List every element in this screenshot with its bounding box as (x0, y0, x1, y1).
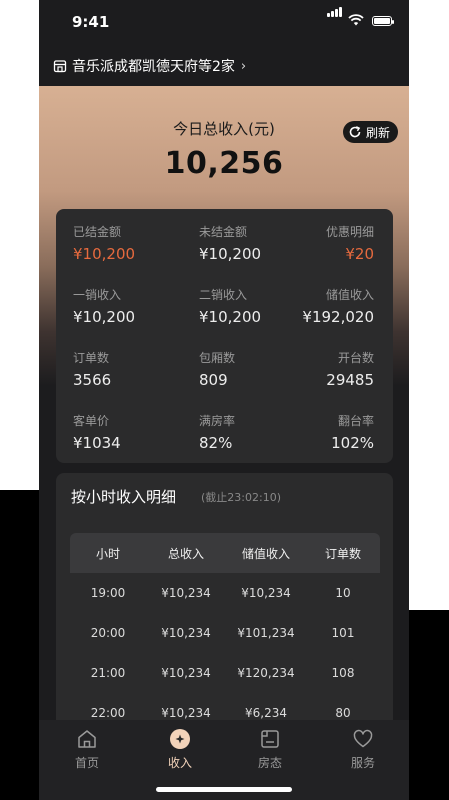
stat-settled: 已结金额 ¥10,200 (73, 223, 183, 263)
stat-value: ¥10,200 (73, 245, 136, 263)
total-income-value: 10,256 (164, 146, 284, 181)
cell-total: ¥10,234 (161, 706, 211, 720)
column-header-total: 总收入 (167, 546, 204, 561)
screenshot-edge-right (409, 610, 449, 800)
cell-total: ¥10,234 (161, 626, 211, 640)
home-indicator (156, 787, 292, 792)
tab-label: 首页 (74, 756, 99, 770)
table-row: 20:00 ¥10,234 ¥101,234 101 (70, 613, 380, 653)
tab-income[interactable]: 收入 (150, 728, 210, 771)
stat-orders: 订单数 3566 (73, 349, 183, 389)
stat-turnover-rate: 翻台率 102% (264, 412, 374, 452)
stat-value: ¥20 (345, 245, 374, 263)
cell-total: ¥10,234 (161, 666, 211, 680)
room-icon (261, 730, 279, 748)
phone-screen: 9:41 音乐派成都凯德天府等2家 › 今日总收入(元) 10,256 刷新 已… (39, 0, 409, 800)
tab-label: 收入 (167, 756, 192, 770)
cell-stored: ¥6,234 (245, 706, 287, 720)
refresh-button[interactable]: 刷新 (343, 121, 399, 143)
heart-icon (353, 729, 373, 748)
stat-title: 订单数 (73, 351, 110, 365)
stat-value: 102% (331, 434, 374, 452)
cell-hour: 20:00 (90, 626, 126, 640)
income-icon (170, 729, 190, 749)
cell-orders: 108 (331, 666, 355, 680)
tab-label: 服务 (350, 756, 375, 770)
cell-stored: ¥101,234 (237, 626, 295, 640)
column-header-hour: 小时 (95, 546, 120, 561)
stat-value: ¥1034 (73, 434, 121, 452)
cell-stored: ¥10,234 (241, 586, 291, 600)
stat-value: ¥192,020 (302, 308, 374, 326)
column-header-orders: 订单数 (324, 546, 361, 561)
stat-title: 储值收入 (325, 288, 374, 302)
table-header: 小时 总收入 储值收入 订单数 (70, 533, 380, 573)
stat-discount[interactable]: 优惠明细 ¥20 (264, 223, 374, 263)
cell-total: ¥10,234 (161, 586, 211, 600)
home-icon (78, 730, 96, 748)
stats-card: 已结金额 ¥10,200 未结金额 ¥10,200 优惠明细 ¥20 一销收入 … (56, 209, 393, 463)
table-row: 21:00 ¥10,234 ¥120,234 108 (70, 653, 380, 693)
stat-title: 开台数 (337, 351, 374, 365)
column-header-stored: 储值收入 (241, 546, 290, 561)
tab-label: 房态 (257, 756, 282, 770)
stat-title: 翻台率 (337, 414, 374, 428)
cell-orders: 10 (335, 586, 351, 600)
refresh-icon (349, 126, 361, 138)
cell-hour: 21:00 (90, 666, 126, 680)
hourly-subtitle: (截止23:02:10) (201, 491, 281, 504)
stat-avg-per-customer: 客单价 ¥1034 (73, 412, 183, 452)
table-row: 19:00 ¥10,234 ¥10,234 10 (70, 573, 380, 613)
stat-tables-opened: 开台数 29485 (264, 349, 374, 389)
refresh-label: 刷新 (366, 125, 391, 140)
stat-value: 3566 (73, 371, 112, 389)
stat-value: ¥10,200 (73, 308, 136, 326)
stat-title: 已结金额 (73, 225, 122, 239)
tab-home[interactable]: 首页 (57, 728, 117, 771)
stat-stored-value: 储值收入 ¥192,020 (264, 286, 374, 326)
cell-hour: 22:00 (90, 706, 126, 720)
stat-first-sale: 一销收入 ¥10,200 (73, 286, 183, 326)
hourly-table: 小时 总收入 储值收入 订单数 19:00 ¥10,234 ¥10,234 10… (70, 533, 380, 733)
cell-hour: 19:00 (90, 586, 126, 600)
screenshot-edge-left (0, 490, 39, 800)
cell-orders: 80 (335, 706, 351, 720)
cell-stored: ¥120,234 (237, 666, 295, 680)
tab-service[interactable]: 服务 (333, 728, 393, 771)
hourly-title: 按小时收入明细 (71, 488, 177, 506)
cell-orders: 101 (331, 626, 355, 640)
stat-title: 一销收入 (73, 288, 122, 302)
stat-title: 优惠明细 (325, 225, 374, 239)
stat-title: 客单价 (73, 414, 110, 428)
tab-room-status[interactable]: 房态 (240, 728, 300, 771)
stat-value: 29485 (326, 371, 374, 389)
